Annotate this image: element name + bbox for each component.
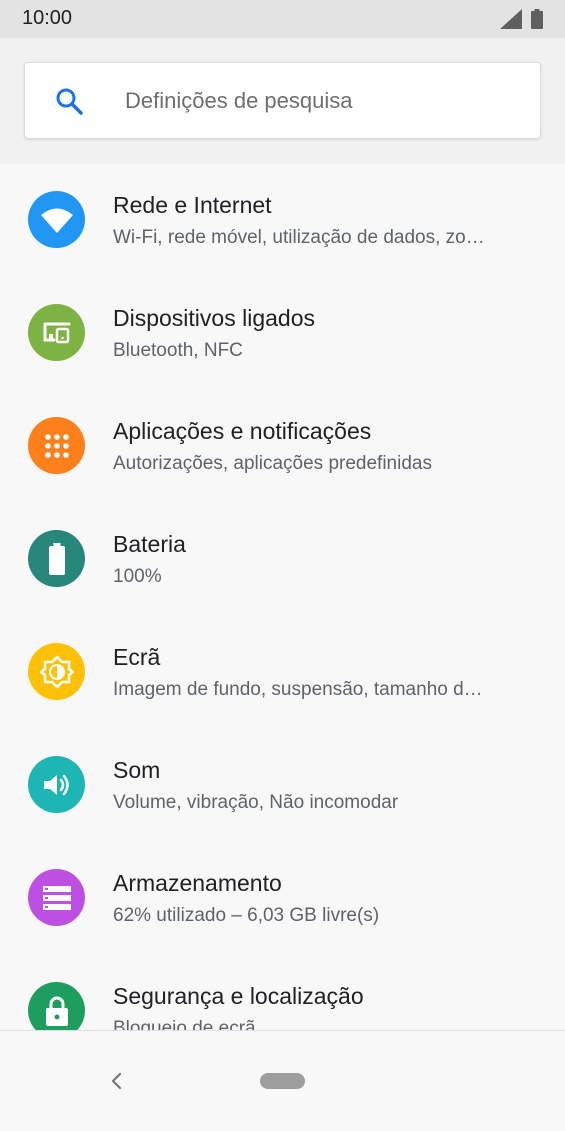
settings-item-title: Armazenamento: [113, 870, 282, 896]
lock-icon: [28, 982, 85, 1030]
battery-status-icon: [531, 9, 543, 29]
devices-icon: [28, 304, 85, 361]
wifi-icon: [28, 191, 85, 248]
settings-item-subtitle: Bloqueio de ecrã: [113, 1018, 256, 1030]
navigation-bar: [0, 1030, 565, 1131]
settings-item-display[interactable]: Ecrã Imagem de fundo, suspensão, tamanho…: [0, 616, 565, 729]
storage-icon: [28, 869, 85, 926]
settings-item-subtitle: Bluetooth, NFC: [113, 340, 243, 361]
settings-item-subtitle: 62% utilizado – 6,03 GB livre(s): [113, 905, 380, 926]
settings-item-apps[interactable]: Aplicações e notificações Autorizações, …: [0, 390, 565, 503]
back-icon: [111, 1072, 122, 1090]
search-placeholder: Definições de pesquisa: [125, 88, 353, 113]
settings-item-network[interactable]: Rede e Internet Wi-Fi, rede móvel, utili…: [0, 164, 565, 277]
settings-item-title: Segurança e localização: [113, 983, 364, 1009]
settings-item-title: Dispositivos ligados: [113, 305, 315, 331]
settings-item-subtitle: Wi-Fi, rede móvel, utilização de dados, …: [113, 227, 485, 248]
status-time: 10:00: [22, 7, 73, 29]
signal-icon: [500, 9, 522, 29]
status-bar: 10:00: [0, 0, 565, 38]
settings-list: Rede e Internet Wi-Fi, rede móvel, utili…: [0, 164, 565, 1030]
settings-item-security[interactable]: Segurança e localização Bloqueio de ecrã: [0, 955, 565, 1030]
battery-icon: [28, 530, 85, 587]
search-area: Definições de pesquisa: [0, 38, 565, 164]
search-icon: [56, 88, 83, 115]
settings-item-connected-devices[interactable]: Dispositivos ligados Bluetooth, NFC: [0, 277, 565, 390]
settings-item-subtitle: Autorizações, aplicações predefinidas: [113, 453, 432, 474]
settings-item-title: Rede e Internet: [113, 192, 272, 218]
settings-item-battery[interactable]: Bateria 100%: [0, 503, 565, 616]
settings-item-subtitle: 100%: [113, 566, 162, 587]
search-bar[interactable]: Definições de pesquisa: [24, 62, 541, 139]
status-icons: [500, 9, 543, 29]
apps-icon: [28, 417, 85, 474]
settings-item-storage[interactable]: Armazenamento 62% utilizado – 6,03 GB li…: [0, 842, 565, 955]
settings-item-subtitle: Volume, vibração, Não incomodar: [113, 792, 399, 813]
settings-item-title: Som: [113, 757, 161, 783]
back-button[interactable]: [104, 1069, 128, 1093]
settings-item-title: Ecrã: [113, 644, 161, 670]
settings-item-title: Aplicações e notificações: [113, 418, 372, 444]
settings-item-title: Bateria: [113, 531, 186, 557]
brightness-icon: [28, 643, 85, 700]
settings-item-sound[interactable]: Som Volume, vibração, Não incomodar: [0, 729, 565, 842]
volume-icon: [28, 756, 85, 813]
home-button[interactable]: [260, 1073, 305, 1089]
settings-item-subtitle: Imagem de fundo, suspensão, tamanho d…: [113, 679, 483, 700]
